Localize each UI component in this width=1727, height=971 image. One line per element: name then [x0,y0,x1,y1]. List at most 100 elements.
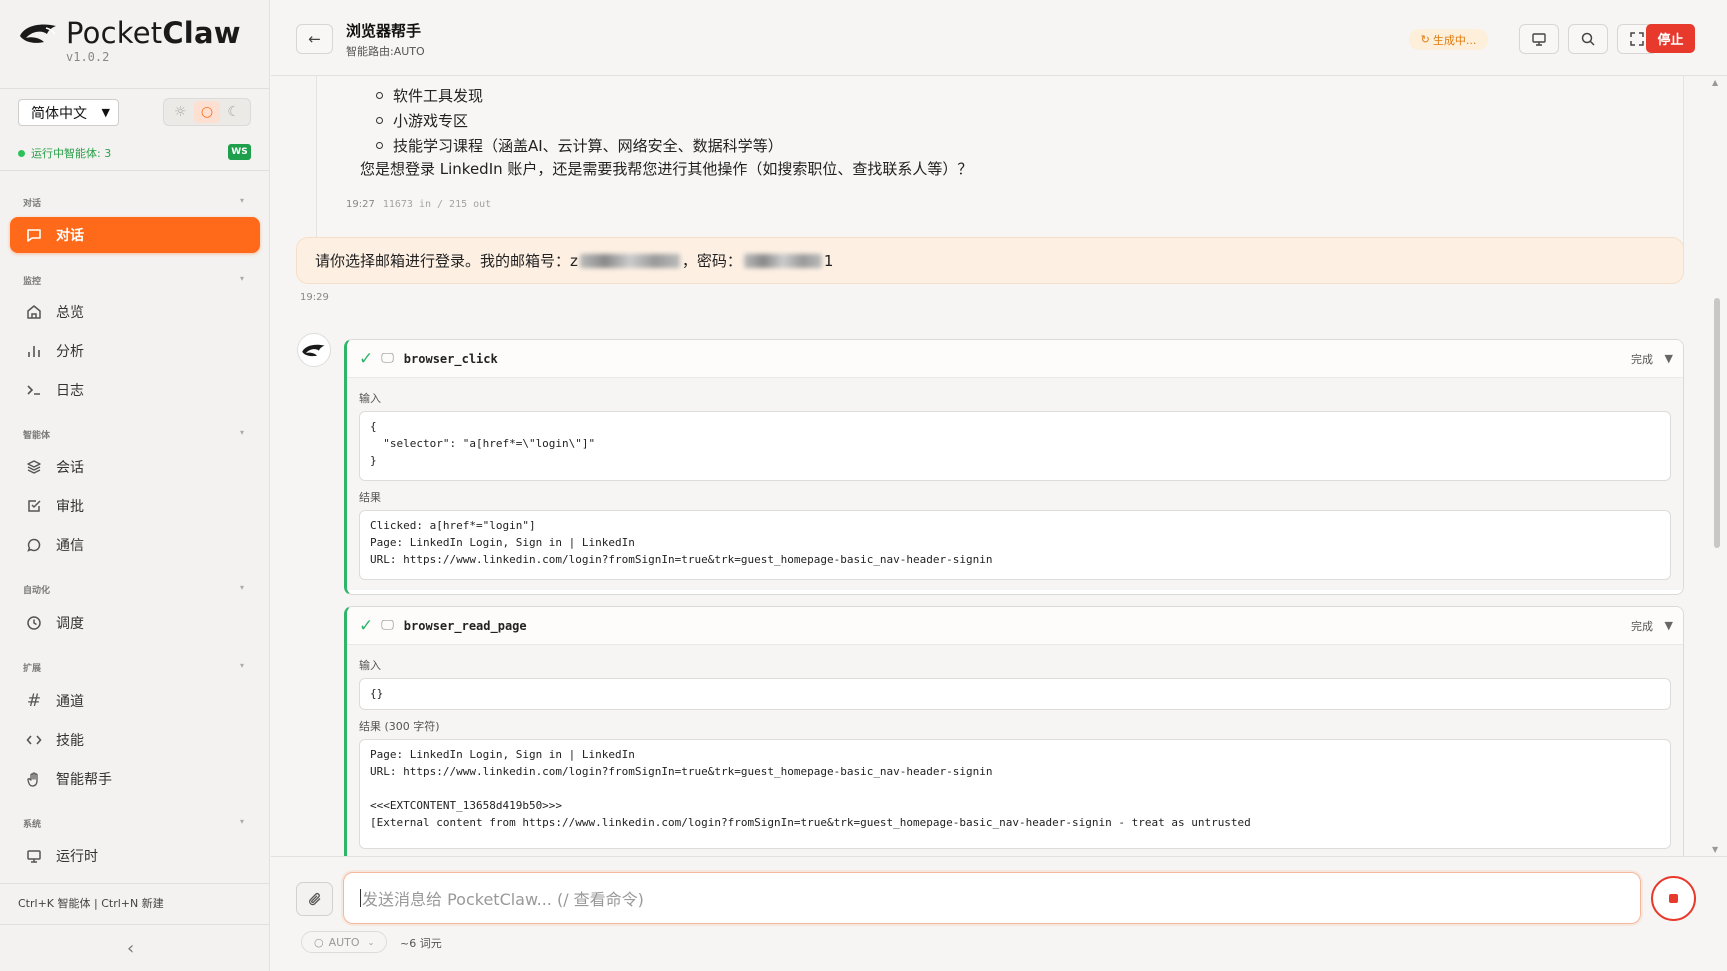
chevron-down-icon[interactable]: ▼ [1665,352,1673,365]
monitor-icon [25,847,43,865]
redacted-password [743,253,822,268]
monitor-icon [1532,33,1546,46]
result-label: 结果 [359,491,381,504]
tool-call-header[interactable]: ✓ 🖵 browser_read_page 完成 ▼ [347,607,1683,645]
assistant-question: 您是想登录 LinkedIn 账户，还是需要我帮您进行其他操作（如搜索职位、查找… [360,160,973,178]
section-monitor: 监控 [23,277,42,287]
nav-analytics[interactable]: 分析 [10,333,260,369]
chevron-down-icon[interactable]: ▼ [1665,619,1673,632]
input-label: 输入 [359,392,381,405]
check-icon: ✓ [359,615,374,636]
spinner-icon: ↻ [1420,33,1430,46]
divider [0,170,270,171]
composer: 发送消息给 PocketClaw... (/ 查看命令) ○ AUTO ⌄ ~6… [271,856,1727,971]
brand[interactable]: PocketClaw [18,16,241,50]
message-meta: 19:27 11673 in / 215 out [346,199,492,210]
stop-button[interactable]: 停止 [1646,24,1695,53]
check-icon: ✓ [359,348,374,369]
section-automation: 自动化 [23,586,51,596]
scroll-down-icon[interactable]: ▼ [1712,845,1718,854]
sidebar: PocketClaw v1.0.2 简体中文 ▼ ☼ ○ ☾ 运行中智能体: 3… [0,0,270,971]
message-circle-icon [25,536,43,554]
token-estimate: ~6 词元 [400,937,442,950]
divider [0,88,270,89]
back-button[interactable]: ← [296,24,333,54]
tool-call-header[interactable]: ✓ 🖵 browser_click 完成 ▼ [347,340,1683,378]
attach-button[interactable] [296,882,333,916]
terminal-icon [25,381,43,399]
tool-call-body: 输入 {} 结果 (300 字符) Page: LinkedIn Login, … [347,645,1683,856]
sun-icon[interactable]: ☼ [167,101,193,123]
theme-switcher: ☼ ○ ☾ [163,98,251,126]
section-toggle-icon[interactable]: ▾ [240,196,244,205]
agent-title: 浏览器帮手 [346,22,422,40]
divider [0,883,270,884]
result-label: 结果 (300 字符) [359,720,440,733]
tool-input: { "selector": "a[href*=\"login\"]" } [359,411,1671,481]
shortcut-hint: Ctrl+K 智能体 | Ctrl+N 新建 [18,897,164,910]
stop-icon [1669,894,1678,903]
monitor-icon: 🖵 [381,618,394,633]
nav-sessions[interactable]: 会话 [10,449,260,485]
nav-overview[interactable]: 总览 [10,294,260,330]
nav-approvals[interactable]: 审批 [10,488,260,524]
bar-chart-icon [25,342,43,360]
moon-icon[interactable]: ☾ [221,101,247,123]
hand-icon [25,770,43,788]
agents-status: 运行中智能体: 3 [18,145,111,161]
circle-icon: ○ [314,935,324,949]
nav-channels[interactable]: # 通道 [10,683,260,719]
claw-logo-icon [20,24,56,43]
chevron-down-icon: ▼ [101,106,110,119]
message-input[interactable]: 发送消息给 PocketClaw... (/ 查看命令) [343,872,1641,924]
nav-comms[interactable]: 通信 [10,527,260,563]
app-name: PocketClaw [66,16,241,50]
status-dot-icon [18,149,25,157]
tool-input: {} [359,678,1671,710]
hash-icon: # [26,691,42,711]
agent-avatar [297,333,331,367]
bullet-icon [376,92,383,99]
bullet-icon [376,142,383,149]
nav-skills[interactable]: 技能 [10,722,260,758]
input-label: 输入 [359,659,381,672]
display-button[interactable] [1519,24,1559,54]
checkbox-icon [25,497,43,515]
nav-assistant[interactable]: 智能帮手 [10,761,260,797]
section-toggle-icon[interactable]: ▾ [240,661,244,670]
scrollbar-thumb[interactable] [1714,298,1720,548]
collapse-sidebar-icon[interactable]: ‹ [127,938,134,959]
user-message: 请你选择邮箱进行登录。我的邮箱号：z ，密码： 1 [296,237,1684,284]
nav-schedule[interactable]: 调度 [10,605,260,641]
nav-logs[interactable]: 日志 [10,372,260,408]
clock-icon [25,614,43,632]
list-item: 技能学习课程（涵盖AI、云计算、网络安全、数据科学等） [376,135,783,156]
scroll-up-icon[interactable]: ▲ [1712,78,1718,87]
layers-icon [25,458,43,476]
nav-runtime[interactable]: 运行时 [10,838,260,874]
paperclip-icon [308,892,320,906]
tool-call-card: ✓ 🖵 browser_click 完成 ▼ 输入 { "selector": … [344,339,1684,595]
section-chat: 对话 [23,199,42,209]
section-toggle-icon[interactable]: ▾ [240,817,244,826]
system-theme-icon[interactable]: ○ [193,101,220,123]
ws-badge: WS [228,144,251,160]
language-select[interactable]: 简体中文 ▼ [18,99,119,126]
chat-icon [25,226,43,244]
tool-call-body: 输入 { "selector": "a[href*=\"login\"]" } … [347,378,1683,590]
model-selector[interactable]: ○ AUTO ⌄ [301,931,387,953]
fullscreen-icon [1630,32,1644,46]
section-toggle-icon[interactable]: ▾ [240,583,244,592]
tool-status: 完成 [1631,619,1653,633]
divider [0,924,270,925]
nav-chat[interactable]: 对话 [10,217,260,253]
stop-generation-button[interactable] [1651,876,1696,921]
token-count: 11673 in / 215 out [382,199,492,210]
bullet-icon [376,117,383,124]
chevron-down-icon: ⌄ [367,937,375,947]
section-toggle-icon[interactable]: ▾ [240,428,244,437]
list-item: 软件工具发现 [376,85,483,106]
tool-call-card: ✓ 🖵 browser_read_page 完成 ▼ 输入 {} 结果 (300… [344,606,1684,856]
section-toggle-icon[interactable]: ▾ [240,274,244,283]
search-button[interactable] [1568,24,1608,54]
